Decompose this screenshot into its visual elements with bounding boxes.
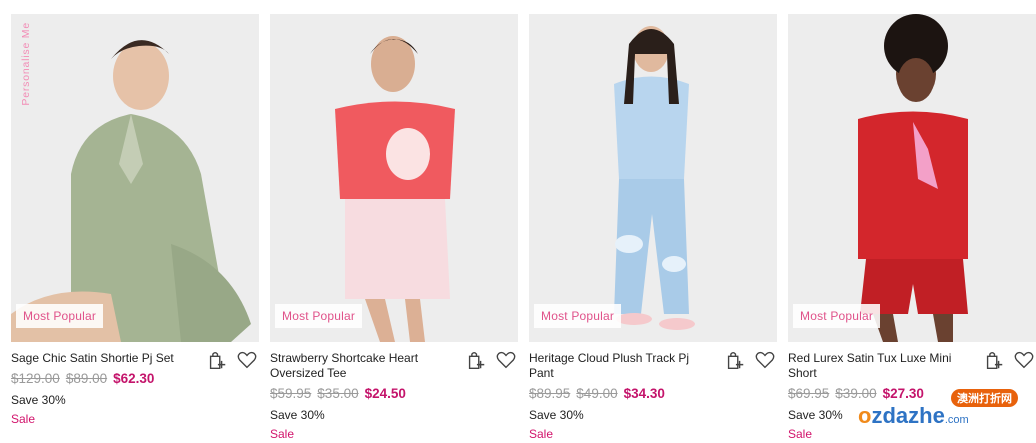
product-card[interactable]: Most Popular Strawberry Shortcake Heart … (270, 14, 518, 443)
save-percent: Save 30% (788, 408, 843, 422)
product-info: Sage Chic Satin Shortie Pj Set $129.00$ (11, 342, 259, 442)
price-row: $129.00 $89.00 $62.30 (11, 371, 154, 386)
product-image[interactable]: Most Popular (529, 14, 777, 342)
product-actions (464, 348, 518, 372)
product-title[interactable]: Red Lurex Satin Tux Luxe Mini Short (788, 351, 970, 381)
watermark-logo-main: zdazhe (871, 403, 945, 428)
product-info: Heritage Cloud Plush Track Pj Pant $89.9… (529, 342, 777, 442)
was-price: $59.95 (270, 386, 312, 401)
watermark-logo-prefix: o (858, 403, 872, 428)
heart-icon (237, 351, 257, 369)
watermark-logo: ozdazhe.com (858, 403, 969, 429)
bag-plus-icon (986, 351, 1003, 369)
watermark-logo-suffix: .com (944, 414, 969, 426)
heart-icon (496, 351, 516, 369)
add-to-bag-button[interactable] (982, 348, 1006, 372)
sale-label: Sale (529, 427, 554, 441)
most-popular-badge: Most Popular (275, 304, 363, 328)
product-image[interactable]: Most Popular (270, 14, 518, 342)
product-actions (982, 348, 1036, 372)
personalise-me-label[interactable]: Personalise Me (20, 22, 32, 106)
product-image[interactable]: Most Popular (788, 14, 1036, 342)
save-percent: Save 30% (270, 408, 325, 422)
was-price: $89.00 (65, 371, 108, 386)
price-row: $89.95 $49.00 $34.30 (529, 386, 665, 401)
heart-icon (755, 351, 775, 369)
price-row: $59.95 $35.00 $24.50 (270, 386, 406, 401)
product-image[interactable]: Personalise Me Most Popular (11, 14, 259, 342)
product-actions (723, 348, 777, 372)
bag-plus-icon (468, 351, 485, 369)
wishlist-button[interactable] (753, 348, 777, 372)
add-to-bag-button[interactable] (464, 348, 488, 372)
most-popular-badge: Most Popular (793, 304, 881, 328)
add-to-bag-button[interactable] (205, 348, 229, 372)
was-price: $129.00 (11, 371, 60, 386)
product-photo-illustration (270, 14, 518, 342)
product-card[interactable]: Most Popular Red Lurex Satin Tux Luxe Mi… (788, 14, 1036, 443)
was-price: $69.95 (788, 386, 830, 401)
sale-price: $34.30 (623, 386, 665, 401)
product-info: Strawberry Shortcake Heart Oversized Tee (270, 342, 518, 442)
bag-plus-icon (727, 351, 744, 369)
product-card[interactable]: Most Popular Heritage Cloud Plush Track … (529, 14, 777, 443)
sale-label: Sale (788, 427, 813, 441)
product-photo-illustration (788, 14, 1036, 342)
site-watermark: 澳洲打折网 ozdazhe.com (858, 389, 1028, 435)
save-percent: Save 30% (11, 393, 66, 407)
was-price: $49.00 (576, 386, 618, 401)
save-percent: Save 30% (529, 408, 584, 422)
bag-plus-icon (209, 351, 226, 369)
wishlist-button[interactable] (494, 348, 518, 372)
product-grid: Personalise Me Most Popular Sage Chic Sa… (0, 0, 1036, 443)
most-popular-badge: Most Popular (534, 304, 622, 328)
was-price: $89.95 (529, 386, 571, 401)
product-photo-illustration (11, 14, 259, 342)
sale-price: $62.30 (113, 371, 155, 386)
product-photo-illustration (529, 14, 777, 342)
product-title[interactable]: Heritage Cloud Plush Track Pj Pant (529, 351, 711, 381)
sale-label: Sale (11, 412, 36, 426)
product-title[interactable]: Sage Chic Satin Shortie Pj Set (11, 351, 193, 366)
wishlist-button[interactable] (1012, 348, 1036, 372)
most-popular-badge: Most Popular (16, 304, 104, 328)
sale-label: Sale (270, 427, 295, 441)
was-price: $35.00 (317, 386, 359, 401)
add-to-bag-button[interactable] (723, 348, 747, 372)
product-actions (205, 348, 259, 372)
product-card[interactable]: Personalise Me Most Popular Sage Chic Sa… (11, 14, 259, 443)
wishlist-button[interactable] (235, 348, 259, 372)
sale-price: $24.50 (364, 386, 406, 401)
product-title[interactable]: Strawberry Shortcake Heart Oversized Tee (270, 351, 452, 381)
heart-icon (1014, 351, 1034, 369)
